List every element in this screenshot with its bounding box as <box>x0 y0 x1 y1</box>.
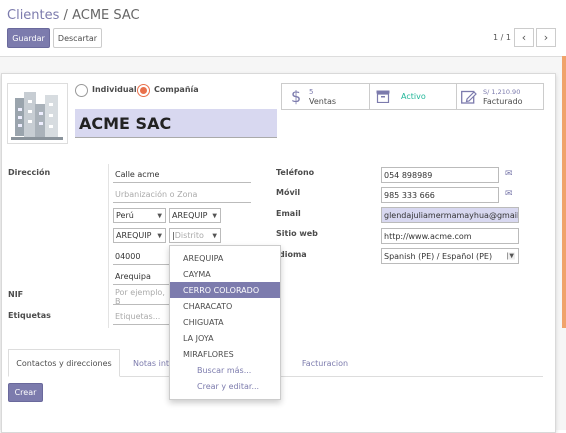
mobile-input[interactable]: 985 333 666 <box>381 187 499 203</box>
company-avatar[interactable] <box>7 83 68 144</box>
dropdown-item[interactable]: MIRAFLORES <box>170 346 280 362</box>
nif-input[interactable]: Por ejemplo, B <box>113 288 170 306</box>
individual-radio[interactable] <box>75 84 88 97</box>
dropdown-item[interactable]: CHIGUATA <box>170 314 280 330</box>
dropdown-item[interactable]: LA JOYA <box>170 330 280 346</box>
breadcrumb-separator: / <box>63 8 68 23</box>
caret-down-icon: ▼ <box>507 252 515 260</box>
country-value: Perú <box>116 211 134 220</box>
breadcrumb-current: ACME SAC <box>72 8 140 23</box>
website-label: Sitio web <box>276 229 318 238</box>
breadcrumb-parent-link[interactable]: Clientes <box>7 8 59 23</box>
address-divider <box>108 164 109 328</box>
caret-down-icon: ▼ <box>212 232 217 239</box>
caret-down-icon: ▼ <box>212 212 217 219</box>
email-input[interactable]: glendajuliamermamayhua@gmail <box>381 207 519 223</box>
phone-label: Teléfono <box>276 168 315 177</box>
chevron-left-icon: ‹ <box>521 31 527 44</box>
tags-input[interactable]: Etiquetas... <box>113 309 170 325</box>
email-label: Email <box>276 209 301 218</box>
street-input[interactable]: Calle acme <box>113 167 251 183</box>
province-select[interactable]: AREQUIP ▼ <box>113 228 166 243</box>
chevron-right-icon: › <box>543 31 549 44</box>
sales-label: Ventas <box>309 96 337 106</box>
create-edit-link[interactable]: Crear y editar... <box>170 378 280 394</box>
active-label: Activo <box>401 92 426 101</box>
tab-invoicing[interactable]: Facturacion <box>290 349 360 377</box>
breadcrumb: Clientes / ACME SAC <box>7 8 140 23</box>
zip-input[interactable]: 04000 <box>113 249 170 265</box>
language-value: Spanish (PE) / Español (PE) <box>384 251 493 261</box>
caret-down-icon: ▼ <box>157 212 162 219</box>
individual-label: Individual <box>92 85 137 94</box>
invoiced-stat-button[interactable]: S/ 1,210.90 Facturado <box>456 83 544 110</box>
mobile-label: Móvil <box>276 188 301 197</box>
invoiced-label: Facturado <box>483 96 523 106</box>
edit-invoice-icon <box>461 90 477 104</box>
street2-input[interactable]: Urbanización o Zona <box>113 187 251 203</box>
pager-value: 1 / 1 <box>493 33 511 42</box>
province-value: AREQUIP <box>116 231 152 240</box>
dropdown-item-active[interactable]: CERRO COLORADO <box>170 282 280 298</box>
sales-stat-button[interactable]: $ 5 Ventas <box>281 83 370 110</box>
envelope-icon[interactable]: ✉ <box>505 169 513 179</box>
radio-selected-dot <box>140 87 147 94</box>
language-select[interactable]: Spanish (PE) / Español (PE) ▼ <box>381 248 519 264</box>
pager-next-button[interactable]: › <box>536 28 556 47</box>
company-label: Compañía <box>154 85 199 94</box>
dollar-icon: $ <box>291 87 302 106</box>
sales-count: 5 <box>309 87 314 96</box>
search-more-link[interactable]: Buscar más... <box>170 362 280 378</box>
website-input[interactable]: http://www.acme.com <box>381 228 519 244</box>
pager-previous-button[interactable]: ‹ <box>514 28 534 47</box>
state-select[interactable]: AREQUIP ▼ <box>169 208 221 223</box>
archive-icon <box>376 90 390 103</box>
partner-name-input[interactable]: ACME SAC <box>75 109 277 138</box>
city-input[interactable]: Arequipa <box>113 269 170 285</box>
save-button[interactable]: Guardar <box>7 28 50 48</box>
scroll-indicator <box>562 56 566 328</box>
active-toggle-button[interactable]: Activo <box>369 83 457 110</box>
tab-contacts[interactable]: Contactos y direcciones <box>8 349 120 377</box>
district-input[interactable]: | Distrito ▼ <box>169 228 221 243</box>
invoiced-amount: S/ 1,210.90 <box>483 87 521 96</box>
district-dropdown-menu: AREQUIPA CAYMA CERRO COLORADO CHARACATO … <box>169 245 281 400</box>
buildings-icon <box>11 92 63 140</box>
create-contact-button[interactable]: Crear <box>8 383 43 402</box>
caret-down-icon: ▼ <box>157 232 162 239</box>
district-placeholder: Distrito <box>174 231 204 240</box>
envelope-icon[interactable]: ✉ <box>505 189 513 199</box>
nif-label: NIF <box>8 290 24 299</box>
discard-button[interactable]: Descartar <box>53 28 102 48</box>
country-select[interactable]: Perú ▼ <box>113 208 166 223</box>
tags-label: Etiquetas <box>8 311 51 320</box>
dropdown-item[interactable]: AREQUIPA <box>170 250 280 266</box>
dropdown-item[interactable]: CAYMA <box>170 266 280 282</box>
address-label: Dirección <box>8 168 51 177</box>
company-radio[interactable] <box>137 84 150 97</box>
phone-input[interactable]: 054 898989 <box>381 167 499 183</box>
state-value: AREQUIP <box>172 211 208 220</box>
dropdown-item[interactable]: CHARACATO <box>170 298 280 314</box>
